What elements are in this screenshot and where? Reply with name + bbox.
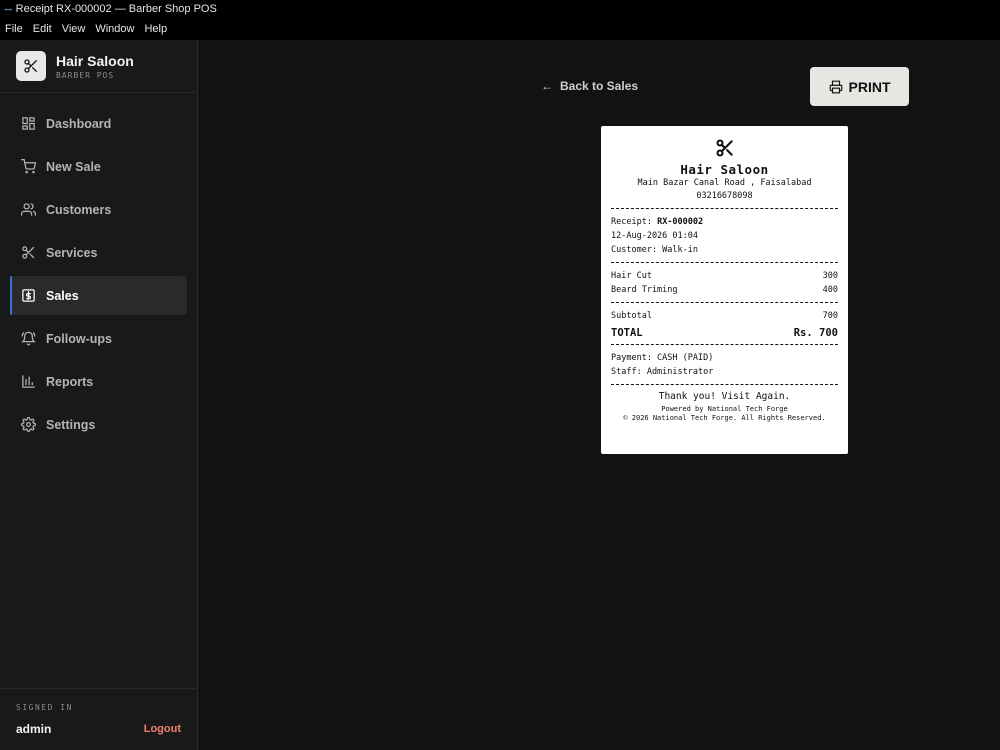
users-icon [20, 202, 36, 218]
main-content: ← Back to Sales PRINT Hair Saloon Main B… [199, 40, 1000, 750]
scissors-icon [20, 245, 36, 261]
menu-file[interactable]: File [5, 23, 23, 35]
sidebar-item-label: Settings [46, 417, 96, 432]
sidebar-item-label: Dashboard [46, 116, 112, 131]
signed-in-label: SIGNED IN [16, 703, 73, 712]
back-to-sales-label: Back to Sales [560, 79, 639, 93]
print-button[interactable]: PRINT [810, 67, 909, 106]
divider [611, 208, 838, 209]
receipt-total-label: TOTAL [611, 327, 643, 339]
window-title: Receipt RX-000002 — Barber Shop POS [15, 3, 217, 15]
sidebar-item-label: Customers [46, 202, 112, 217]
dashboard-icon [20, 116, 36, 132]
signed-in-panel: SIGNED IN admin Logout [0, 688, 197, 750]
window-titlebar: ⌁⌁ Receipt RX-000002 — Barber Shop POS [0, 0, 1000, 18]
sidebar-item-label: Services [46, 245, 98, 260]
sidebar-item-sales[interactable]: Sales [10, 276, 187, 315]
menu-window[interactable]: Window [95, 23, 134, 35]
receipt-item-name: Hair Cut [611, 271, 652, 281]
menu-bar: File Edit View Window Help [0, 18, 1000, 40]
menu-edit[interactable]: Edit [33, 23, 52, 35]
receipt: Hair Saloon Main Bazar Canal Road , Fais… [601, 126, 848, 454]
sidebar-item-label: Reports [46, 374, 94, 389]
receipt-customer-text: Customer: Walk-in [611, 245, 698, 255]
sidebar-item-dashboard[interactable]: Dashboard [10, 104, 187, 143]
cart-icon [20, 159, 36, 175]
receipt-copyright: © 2026 National Tech Forge. All Rights R… [623, 414, 826, 422]
sidebar-item-label: Follow-ups [46, 331, 112, 346]
app-icon: ⌁⌁ [4, 4, 13, 14]
menu-view[interactable]: View [62, 23, 86, 35]
receipt-datetime: 12-Aug-2026 01:04 [611, 229, 838, 243]
brand-subtitle: BARBER POS [56, 70, 115, 80]
chart-icon [20, 374, 36, 390]
receipt-number-label: Receipt: [611, 217, 652, 227]
sidebar-item-settings[interactable]: Settings [10, 405, 187, 444]
sidebar-item-customers[interactable]: Customers [10, 190, 187, 229]
arrow-left-icon: ← [541, 79, 553, 93]
scissors-icon [611, 138, 838, 158]
sidebar: Hair Saloon BARBER POS Dashboard New Sal… [0, 40, 198, 750]
receipt-number: RX-000002 [657, 217, 704, 227]
divider [611, 302, 838, 303]
logout-button[interactable]: Logout [144, 723, 181, 735]
sidebar-item-new-sale[interactable]: New Sale [10, 147, 187, 186]
receipt-thanks: Thank you! Visit Again. [658, 391, 791, 402]
scissors-logo-icon [16, 51, 46, 81]
sidebar-item-services[interactable]: Services [10, 233, 187, 272]
receipt-powered-by: Powered by National Tech Forge [661, 405, 788, 413]
dollar-icon [20, 288, 36, 304]
receipt-number-row: Receipt: RX-000002 [611, 215, 838, 229]
receipt-shop-name: Hair Saloon [680, 162, 769, 177]
brand-header: Hair Saloon BARBER POS [0, 40, 197, 93]
receipt-subtotal-label: Subtotal [611, 311, 652, 321]
gear-icon [20, 417, 36, 433]
signed-in-user: admin [16, 722, 52, 736]
receipt-address: Main Bazar Canal Road , Faisalabad [637, 178, 812, 188]
sidebar-nav: Dashboard New Sale Customers Services Sa… [0, 93, 197, 444]
receipt-staff: Staff: Administrator [611, 365, 838, 379]
receipt-item-amount: 400 [822, 285, 838, 295]
receipt-total: Rs. 700 [793, 327, 838, 339]
receipt-payment: Payment: CASH (PAID) [611, 351, 838, 365]
sidebar-item-label: New Sale [46, 159, 101, 174]
brand-name: Hair Saloon [56, 52, 134, 69]
back-to-sales-link[interactable]: ← Back to Sales [541, 79, 638, 93]
divider [611, 384, 838, 385]
receipt-staff-text: Staff: Administrator [611, 367, 714, 377]
receipt-customer: Customer: Walk-in [611, 243, 838, 257]
receipt-item-row: Hair Cut 300 [611, 269, 838, 283]
receipt-subtotal-row: Subtotal 700 [611, 309, 838, 323]
sidebar-item-reports[interactable]: Reports [10, 362, 187, 401]
receipt-datetime-text: 12-Aug-2026 01:04 [611, 231, 698, 241]
receipt-item-row: Beard Triming 400 [611, 283, 838, 297]
printer-icon [829, 80, 843, 94]
receipt-item-amount: 300 [822, 271, 838, 281]
receipt-subtotal: 700 [822, 311, 838, 321]
divider [611, 344, 838, 345]
menu-help[interactable]: Help [144, 23, 167, 35]
receipt-item-name: Beard Triming [611, 285, 678, 295]
receipt-phone: 03216678098 [696, 191, 753, 201]
receipt-payment-text: Payment: CASH (PAID) [611, 353, 714, 363]
sidebar-item-follow-ups[interactable]: Follow-ups [10, 319, 187, 358]
receipt-total-row: TOTAL Rs. 700 [611, 327, 838, 339]
bell-icon [20, 331, 36, 347]
sidebar-item-label: Sales [46, 288, 79, 303]
print-label: PRINT [848, 78, 891, 95]
divider [611, 262, 838, 263]
